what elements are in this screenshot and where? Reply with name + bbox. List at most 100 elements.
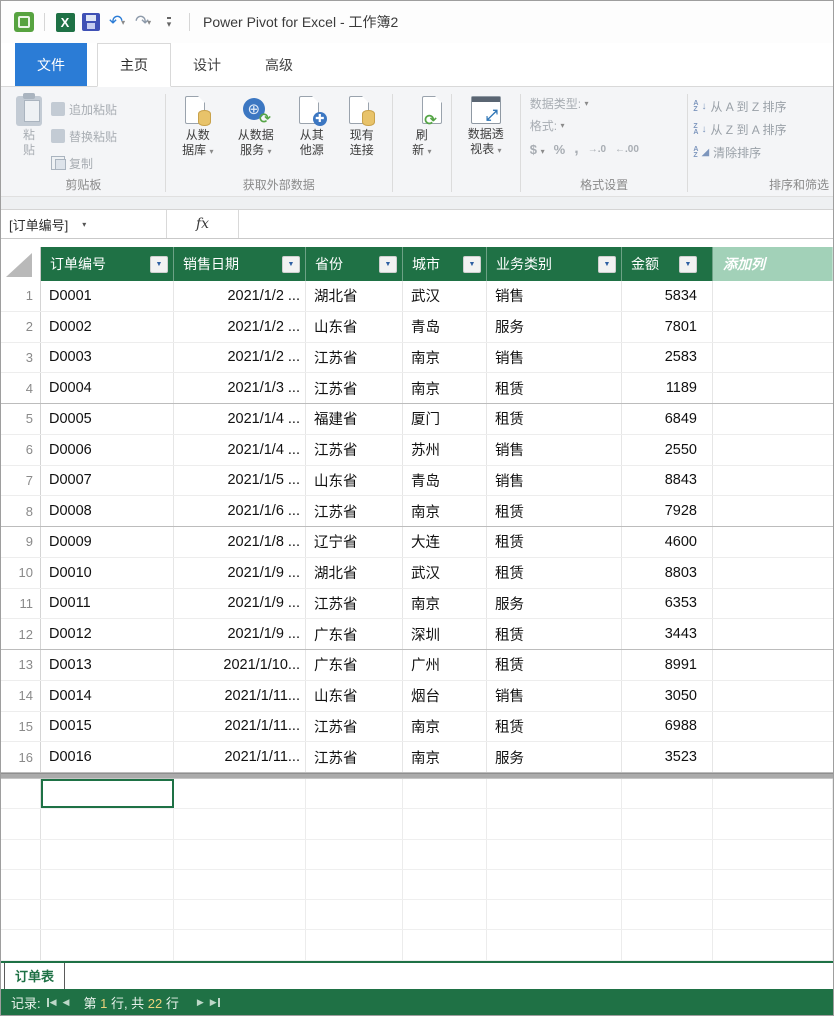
- name-box[interactable]: [订单编号] ▾: [1, 210, 167, 238]
- cell-type[interactable]: 租赁: [487, 404, 622, 434]
- row-number[interactable]: [1, 870, 41, 899]
- cell-date[interactable]: 2021/1/9 ...: [174, 558, 306, 588]
- cell-amount[interactable]: 6849: [622, 404, 713, 434]
- cell-province[interactable]: 湖北省: [306, 281, 403, 311]
- tab-home[interactable]: 主页: [97, 43, 171, 87]
- name-box-dropdown-icon[interactable]: ▾: [82, 220, 86, 229]
- cell-province[interactable]: 山东省: [306, 466, 403, 496]
- empty-cell[interactable]: [306, 930, 403, 959]
- cell-id[interactable]: D0003: [41, 343, 174, 373]
- row-number[interactable]: 7: [1, 466, 41, 496]
- cell-city[interactable]: 南京: [403, 712, 487, 742]
- row-number[interactable]: 15: [1, 712, 41, 742]
- row-number[interactable]: 14: [1, 681, 41, 711]
- empty-cell[interactable]: [174, 840, 306, 869]
- cell-add-column[interactable]: [713, 619, 833, 649]
- row-number[interactable]: 4: [1, 373, 41, 403]
- cell-id[interactable]: D0005: [41, 404, 174, 434]
- empty-cell[interactable]: [403, 870, 487, 899]
- cell-type[interactable]: 租赁: [487, 619, 622, 649]
- cell-add-column[interactable]: [713, 558, 833, 588]
- decrease-decimal-button[interactable]: ←.00: [615, 144, 639, 155]
- cell-city[interactable]: 苏州: [403, 435, 487, 465]
- cell-city[interactable]: 南京: [403, 373, 487, 403]
- cell-id[interactable]: D0011: [41, 589, 174, 619]
- sheet-tab-orders[interactable]: 订单表: [4, 963, 65, 990]
- row-number[interactable]: 6: [1, 435, 41, 465]
- empty-cell[interactable]: [403, 900, 487, 929]
- empty-cell[interactable]: [174, 809, 306, 838]
- cell-date[interactable]: 2021/1/10...: [174, 650, 306, 680]
- column-header-amount[interactable]: 金额▼: [622, 247, 713, 281]
- cell-amount[interactable]: 6988: [622, 712, 713, 742]
- empty-cell[interactable]: [622, 900, 713, 929]
- row-number[interactable]: 8: [1, 496, 41, 526]
- cell-province[interactable]: 江苏省: [306, 742, 403, 772]
- empty-cell[interactable]: [487, 930, 622, 959]
- cell-amount[interactable]: 3443: [622, 619, 713, 649]
- cell-type[interactable]: 租赁: [487, 496, 622, 526]
- empty-cell[interactable]: [622, 809, 713, 838]
- cell-type[interactable]: 租赁: [487, 650, 622, 680]
- cell-id[interactable]: D0008: [41, 496, 174, 526]
- cell-city[interactable]: 青岛: [403, 312, 487, 342]
- row-number[interactable]: 2: [1, 312, 41, 342]
- cell-city[interactable]: 南京: [403, 589, 487, 619]
- cell-date[interactable]: 2021/1/5 ...: [174, 466, 306, 496]
- cell-type[interactable]: 销售: [487, 681, 622, 711]
- cell-province[interactable]: 山东省: [306, 312, 403, 342]
- filter-icon[interactable]: ▼: [282, 256, 300, 273]
- cell-amount[interactable]: 3050: [622, 681, 713, 711]
- sort-za-button[interactable]: ZA↓从 Z 到 A 排序: [693, 118, 786, 141]
- cell-add-column[interactable]: [713, 343, 833, 373]
- cell-date[interactable]: 2021/1/2 ...: [174, 281, 306, 311]
- cell-province[interactable]: 江苏省: [306, 343, 403, 373]
- empty-cell[interactable]: [487, 840, 622, 869]
- from-database-button[interactable]: 从数据库 ▾: [171, 92, 225, 159]
- last-record-icon[interactable]: ▶: [210, 997, 220, 1008]
- currency-format-button[interactable]: $ ▾: [530, 142, 545, 157]
- cell-amount[interactable]: 7928: [622, 496, 713, 526]
- cell-type[interactable]: 服务: [487, 742, 622, 772]
- cell-amount[interactable]: 2550: [622, 435, 713, 465]
- cell-amount[interactable]: 5834: [622, 281, 713, 311]
- cell-province[interactable]: 广东省: [306, 619, 403, 649]
- cell-amount[interactable]: 8991: [622, 650, 713, 680]
- cell-date[interactable]: 2021/1/9 ...: [174, 619, 306, 649]
- empty-cell[interactable]: [622, 930, 713, 959]
- cell-province[interactable]: 江苏省: [306, 496, 403, 526]
- formula-input[interactable]: [239, 210, 833, 238]
- cell-city[interactable]: 南京: [403, 742, 487, 772]
- cell-province[interactable]: 辽宁省: [306, 527, 403, 557]
- row-number[interactable]: 5: [1, 404, 41, 434]
- cell-date[interactable]: 2021/1/2 ...: [174, 343, 306, 373]
- column-header-date[interactable]: 销售日期▼: [174, 247, 306, 281]
- cell-date[interactable]: 2021/1/11...: [174, 712, 306, 742]
- column-header-city[interactable]: 城市▼: [403, 247, 487, 281]
- tab-advanced[interactable]: 高级: [243, 43, 315, 86]
- tab-design[interactable]: 设计: [171, 43, 243, 86]
- refresh-button[interactable]: ⟳ 刷新 ▾: [398, 92, 446, 159]
- undo-icon[interactable]: ↶▾: [106, 11, 128, 33]
- cell-type[interactable]: 租赁: [487, 373, 622, 403]
- cell-id[interactable]: D0016: [41, 742, 174, 772]
- cell-type[interactable]: 销售: [487, 343, 622, 373]
- cell-province[interactable]: 江苏省: [306, 435, 403, 465]
- cell-type[interactable]: 租赁: [487, 527, 622, 557]
- pivot-table-button[interactable]: ⤢ 数据透视表 ▾: [457, 92, 515, 158]
- empty-cell[interactable]: [41, 930, 174, 959]
- empty-cell[interactable]: [306, 870, 403, 899]
- cell-amount[interactable]: 4600: [622, 527, 713, 557]
- sort-az-button[interactable]: AZ↓从 A 到 Z 排序: [693, 95, 786, 118]
- row-number[interactable]: 13: [1, 650, 41, 680]
- cell-type[interactable]: 服务: [487, 589, 622, 619]
- cell-city[interactable]: 广州: [403, 650, 487, 680]
- empty-cell[interactable]: [487, 779, 622, 808]
- cell-city[interactable]: 厦门: [403, 404, 487, 434]
- cell-id[interactable]: D0009: [41, 527, 174, 557]
- empty-cell[interactable]: [487, 809, 622, 838]
- cell-date[interactable]: 2021/1/6 ...: [174, 496, 306, 526]
- existing-connections-button[interactable]: 现有连接: [337, 92, 387, 158]
- row-number[interactable]: 1: [1, 281, 41, 311]
- row-number[interactable]: 11: [1, 589, 41, 619]
